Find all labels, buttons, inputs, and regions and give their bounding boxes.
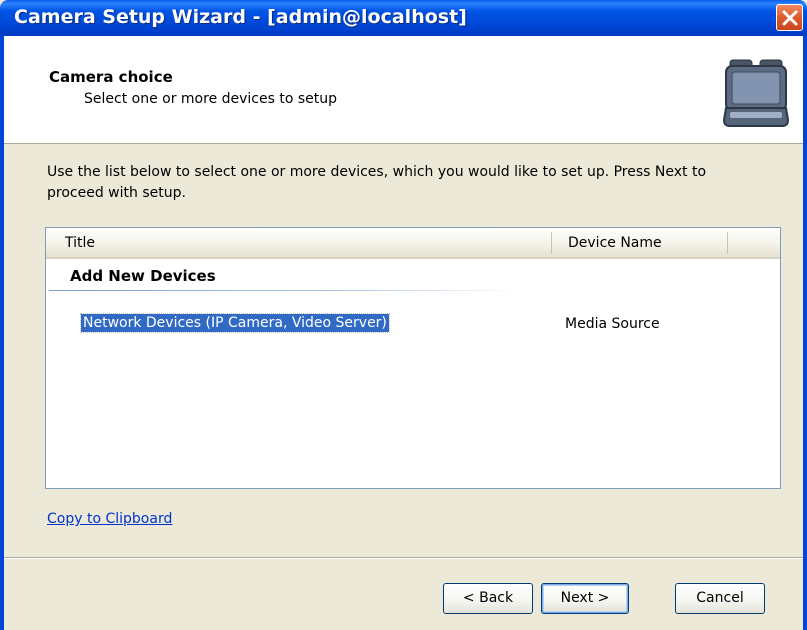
footer-divider-highlight — [4, 558, 803, 559]
close-button[interactable] — [776, 4, 803, 31]
column-divider[interactable] — [551, 232, 552, 254]
next-arrow: > — [593, 590, 610, 606]
list-item-device-name[interactable]: Media Source — [565, 316, 660, 332]
next-button[interactable]: Next > — [541, 583, 629, 614]
cancel-button[interactable]: Cancel — [675, 583, 765, 614]
list-header: Title Device Name — [46, 228, 780, 259]
back-button-label: Back — [479, 590, 514, 606]
page-title: Camera choice — [49, 68, 173, 86]
column-divider[interactable] — [727, 232, 728, 254]
camera-case-icon — [722, 59, 790, 127]
column-header-device-name[interactable]: Device Name — [568, 235, 662, 251]
cancel-button-label: Cancel — [696, 590, 744, 606]
back-arrow: < — [462, 590, 480, 606]
close-icon — [782, 10, 798, 26]
title-bar[interactable]: Camera Setup Wizard - [admin@localhost] — [0, 0, 807, 36]
column-header-title[interactable]: Title — [65, 235, 95, 251]
next-button-label: Next — [560, 590, 594, 606]
instructions-text: Use the list below to select one or more… — [47, 164, 707, 201]
group-divider — [49, 290, 519, 291]
device-list[interactable]: Title Device Name Add New Devices Networ… — [45, 227, 781, 489]
back-button[interactable]: < Back — [443, 583, 533, 614]
wizard-header: Camera choice Select one or more devices… — [4, 36, 803, 144]
page-subtitle: Select one or more devices to setup — [84, 91, 338, 107]
window-title: Camera Setup Wizard - [admin@localhost] — [14, 6, 467, 28]
group-header: Add New Devices — [70, 267, 216, 285]
copy-to-clipboard-link[interactable]: Copy to Clipboard — [47, 511, 172, 527]
window-border-right — [803, 36, 807, 630]
list-item-title[interactable]: Network Devices (IP Camera, Video Server… — [80, 313, 390, 333]
